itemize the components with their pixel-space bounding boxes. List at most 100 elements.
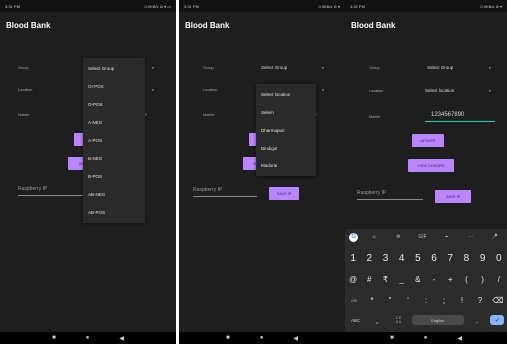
space-bar[interactable]: English <box>411 315 464 325</box>
key[interactable]: 6 <box>426 253 442 264</box>
raspberry-ip-input[interactable]: Raspberry IP <box>357 190 423 200</box>
back-icon[interactable]: ◀ <box>119 335 124 342</box>
dropdown-option[interactable]: O-POS <box>88 102 103 107</box>
back-icon[interactable]: ◀ <box>293 335 298 342</box>
settings-icon[interactable]: ⚙ <box>390 234 406 240</box>
key[interactable]: ( <box>458 275 474 284</box>
recents-icon[interactable]: ■ <box>52 335 56 341</box>
home-icon[interactable]: ● <box>86 335 90 341</box>
key[interactable]: - <box>426 275 442 284</box>
dropdown-header[interactable]: Select Group <box>88 66 114 71</box>
status-icons: 0.0KB/s ⊘ ▾ ▭ <box>144 3 171 9</box>
group-label: Group <box>369 66 380 70</box>
key[interactable]: @ <box>345 275 361 284</box>
google-icon[interactable]: G <box>349 232 359 242</box>
mobile-input[interactable]: 1234567890 <box>431 112 464 118</box>
location-dropdown-menu: Select location Selem Dharmapuri Dindigu… <box>256 84 316 176</box>
key[interactable]: 7 <box>442 253 458 264</box>
numpad-key[interactable]: 1 2 3 4 <box>390 316 406 324</box>
group-select[interactable]: Select Group <box>261 65 287 70</box>
dropdown-option[interactable]: Selem <box>261 110 274 115</box>
home-icon[interactable]: ● <box>260 335 264 341</box>
keyboard-row-digits: 1 2 3 4 5 6 7 8 9 0 <box>345 249 507 267</box>
raspberry-ip-input[interactable]: Raspberry IP <box>18 186 86 196</box>
key[interactable]: ) <box>475 275 491 284</box>
back-icon[interactable]: ◀ <box>457 335 462 342</box>
comma-key[interactable]: , <box>369 316 385 325</box>
group-select[interactable]: Select Group <box>427 65 453 70</box>
key[interactable]: ; <box>436 296 452 305</box>
raspberry-ip-placeholder: Raspberry IP <box>193 187 223 193</box>
dropdown-option[interactable]: A-NEG <box>88 120 102 125</box>
keyboard-toolbar: G ☺ ⚙ GIF ⌖ ⋯ 🎤 <box>345 231 507 243</box>
key[interactable]: # <box>361 275 377 284</box>
home-icon[interactable]: ● <box>424 335 428 341</box>
key[interactable]: : <box>418 296 434 305</box>
location-dropdown-arrow-icon[interactable]: ▾ <box>152 88 154 92</box>
key[interactable]: + <box>442 275 458 284</box>
microphone-icon[interactable]: 🎤 <box>487 234 503 240</box>
key[interactable]: ' <box>400 296 416 305</box>
emoji-icon[interactable]: ☺ <box>366 234 382 240</box>
dropdown-header[interactable]: Select location <box>261 92 290 97</box>
location-select[interactable]: Select location <box>425 88 454 93</box>
raspberry-ip-input[interactable]: Raspberry IP <box>193 187 257 197</box>
status-time: 3:31 PM <box>5 3 20 9</box>
dropdown-option[interactable]: B-NEG <box>88 156 102 161</box>
dropdown-option[interactable]: O+POS <box>88 84 104 89</box>
dropdown-option[interactable]: AB-NEG <box>88 192 105 197</box>
save-ip-button[interactable]: SAVE IP <box>435 190 471 203</box>
key[interactable]: & <box>410 275 426 284</box>
location-dropdown-arrow-icon[interactable]: ▾ <box>489 89 491 93</box>
key[interactable]: ! <box>454 296 470 305</box>
location-dropdown-arrow-icon[interactable]: ▾ <box>322 88 324 92</box>
save-ip-label: SAVE IP <box>445 194 461 199</box>
status-bar: 3:32 PM 0.0KB/s ⊘ ▾ <box>345 0 507 12</box>
key[interactable]: 9 <box>475 253 491 264</box>
key[interactable]: ₹ <box>377 275 393 284</box>
key[interactable]: 1 <box>345 253 361 264</box>
enter-key[interactable]: ✓ <box>490 315 505 325</box>
dropdown-option[interactable]: Madurai <box>261 163 277 168</box>
group-dropdown-arrow-icon[interactable]: ▾ <box>152 66 154 70</box>
update-button[interactable]: UPDATE <box>412 134 444 147</box>
abc-key[interactable]: ABC <box>348 318 364 323</box>
dropdown-option[interactable]: Dharmapuri <box>261 128 285 133</box>
key[interactable]: 2 <box>361 253 377 264</box>
gif-button[interactable]: GIF <box>414 234 430 240</box>
group-dropdown-arrow-icon[interactable]: ▾ <box>489 66 491 70</box>
nav-bar: ■ ● ◀ <box>0 332 176 344</box>
dropdown-option[interactable]: A-POS <box>88 138 102 143</box>
key[interactable]: " <box>382 296 398 305</box>
dropdown-option[interactable]: Dindigul <box>261 146 277 151</box>
key[interactable]: 4 <box>394 253 410 264</box>
raspberry-ip-placeholder: Raspberry IP <box>18 186 48 192</box>
more-icon[interactable]: ⋯ <box>463 234 479 240</box>
key[interactable]: 0 <box>491 253 507 264</box>
keyboard-row-bottom: ABC , 1 2 3 4 English . ✓ <box>345 313 507 327</box>
raspberry-ip-placeholder: Raspberry IP <box>357 190 387 196</box>
dropdown-option[interactable]: B-POS <box>88 174 102 179</box>
key[interactable]: * <box>364 296 380 305</box>
key[interactable]: 3 <box>377 253 393 264</box>
soft-keyboard: G ☺ ⚙ GIF ⌖ ⋯ 🎤 1 2 3 4 5 6 7 8 9 0 @ # … <box>345 229 507 332</box>
recents-icon[interactable]: ■ <box>226 335 230 341</box>
view-donors-button[interactable]: VIEW DONORS <box>408 159 454 172</box>
key[interactable]: 5 <box>410 253 426 264</box>
update-label: UPDATE <box>420 138 436 143</box>
period-key[interactable]: . <box>469 316 485 325</box>
dropdown-option[interactable]: AB-POS <box>88 210 105 215</box>
key[interactable]: _ <box>394 275 410 284</box>
cursor-control-icon[interactable]: ⌖ <box>439 234 455 240</box>
save-ip-button[interactable]: SAVE IP <box>269 187 299 200</box>
key[interactable]: / <box>491 275 507 284</box>
recents-icon[interactable]: ■ <box>390 335 394 341</box>
app-bar: Blood Bank <box>0 12 176 40</box>
more-symbols-key[interactable]: =\< <box>346 298 362 303</box>
nav-bar: ■ ● ◀ <box>345 332 507 344</box>
key[interactable]: ? <box>472 296 488 305</box>
group-dropdown-arrow-icon[interactable]: ▾ <box>322 66 324 70</box>
backspace-icon[interactable]: ⌫ <box>490 296 506 305</box>
key[interactable]: 8 <box>458 253 474 264</box>
location-label: Location <box>18 88 33 92</box>
